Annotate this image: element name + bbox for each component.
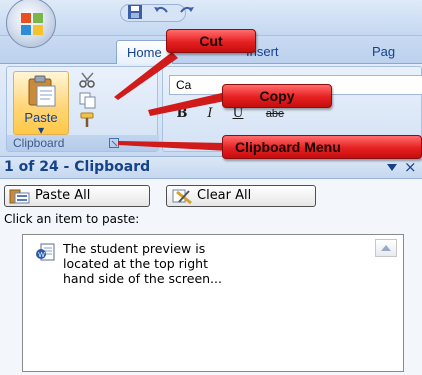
copy-pointer [148,92,230,116]
clipboard-task-pane: 1 of 24 - Clipboard × Paste All Clear Al… [0,156,422,375]
cut-callout: Cut [166,29,256,53]
word-document-icon: W [36,243,55,261]
chevron-up-icon [381,245,391,251]
clear-all-button[interactable]: Clear All [166,185,316,207]
svg-text:W: W [38,252,45,259]
paste-hint: Click an item to paste: [4,212,140,226]
cut-pointer [114,52,178,100]
paste-all-icon [9,189,30,204]
clear-all-icon [172,189,192,204]
pane-title: 1 of 24 - Clipboard [4,159,151,175]
scroll-up-button[interactable] [375,239,397,257]
clipboard-items-list: W The student preview is located at the … [22,234,404,372]
pane-header: 1 of 24 - Clipboard × [0,157,422,179]
copy-callout: Copy [222,84,332,108]
clipboard-menu-callout: Clipboard Menu [222,135,422,159]
paste-all-button[interactable]: Paste All [4,185,150,207]
clear-all-label: Clear All [197,188,252,203]
pane-options-icon[interactable] [386,162,398,172]
list-item-text: The student preview is located at the to… [63,241,222,286]
close-icon[interactable]: × [404,158,417,176]
clipboard-menu-pointer [118,141,228,151]
paste-all-label: Paste All [35,188,91,203]
